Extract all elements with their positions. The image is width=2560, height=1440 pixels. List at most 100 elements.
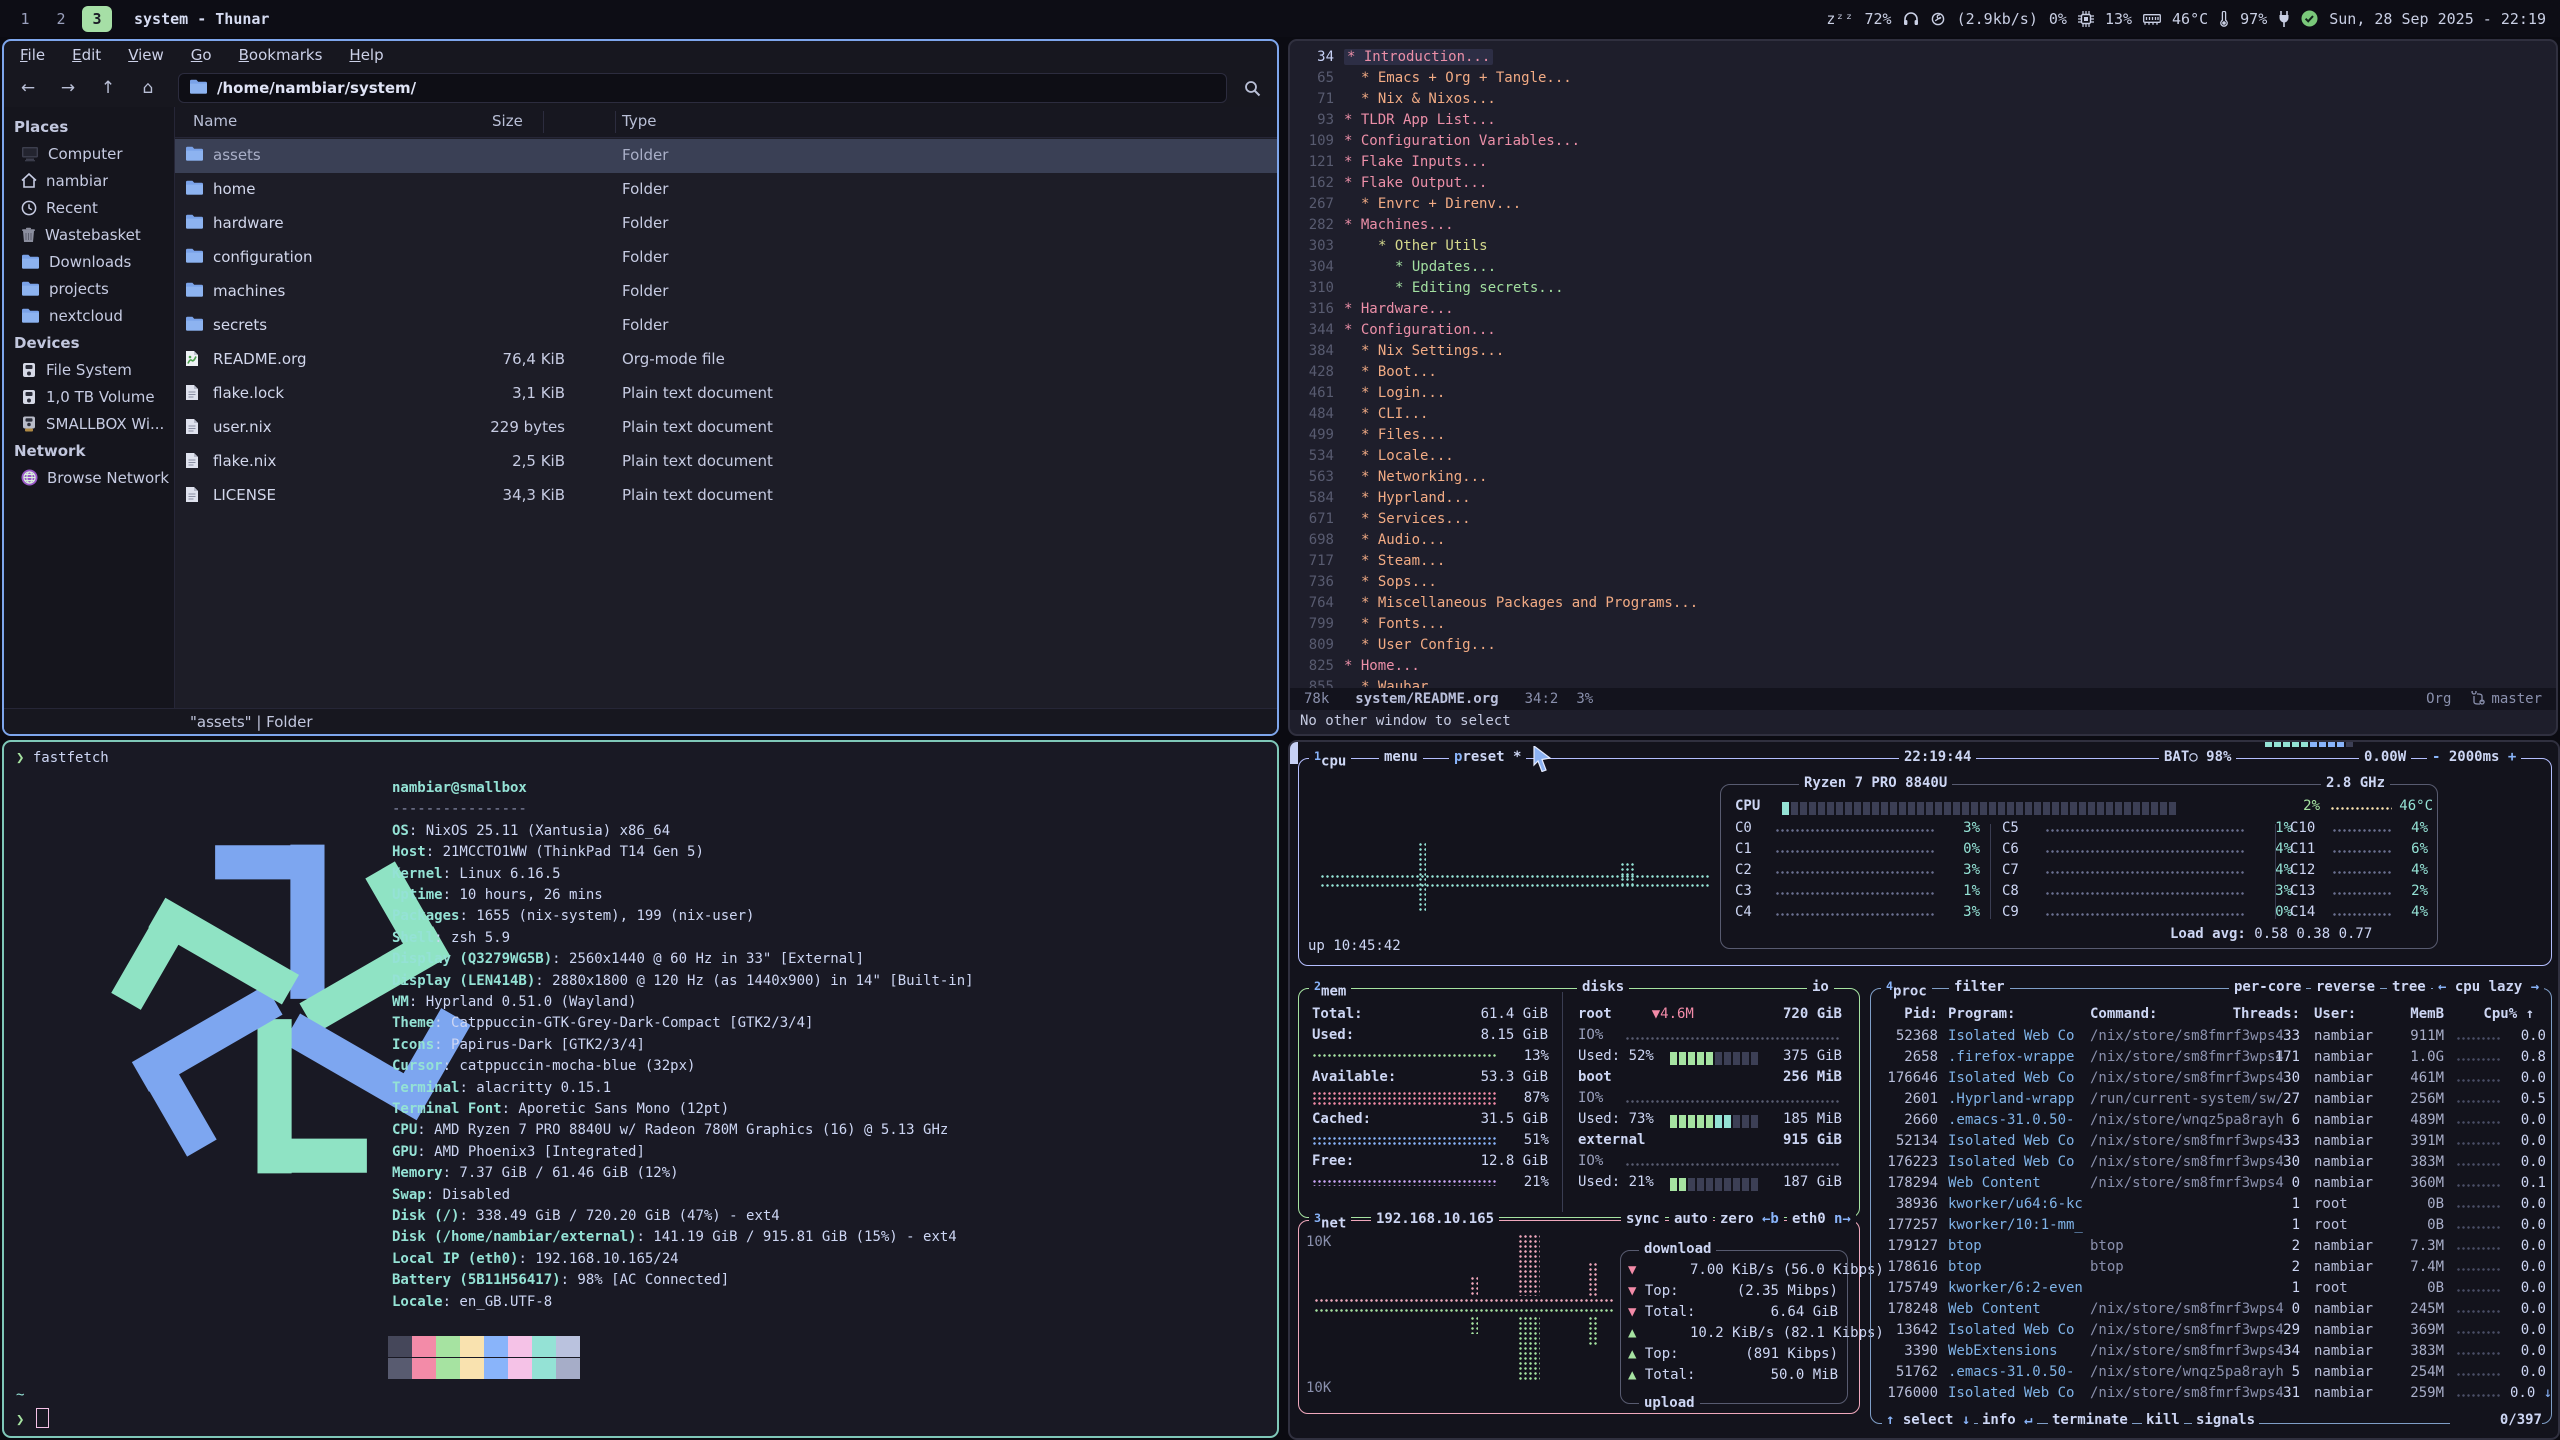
forward-button[interactable]: → — [52, 74, 84, 102]
proc-footer-4[interactable]: signals — [2192, 1412, 2259, 1433]
org-heading-text[interactable]: * CLI... — [1361, 406, 1428, 422]
mem-box-title[interactable]: 2mem — [1309, 979, 1351, 1000]
net-control-b[interactable]: ←b — [1757, 1211, 1784, 1227]
search-button[interactable] — [1235, 74, 1269, 102]
org-heading-text[interactable]: * Locale... — [1361, 448, 1454, 464]
org-heading-text[interactable]: * User Config... — [1361, 637, 1496, 653]
sidebar-item-downloads[interactable]: Downloads — [4, 248, 174, 275]
org-heading-line[interactable]: 671* Services... — [1290, 511, 2556, 532]
file-row-flake-lock[interactable]: flake.lock3,1 KiBPlain text document — [175, 377, 1277, 411]
org-heading-line[interactable]: 825* Home... — [1290, 658, 2556, 679]
proc-footer-0[interactable]: ↑ select ↓ — [1882, 1412, 1974, 1433]
path-bar[interactable]: /home/nambiar/system/ — [178, 73, 1227, 103]
org-heading-line[interactable]: 499* Files... — [1290, 427, 2556, 448]
sidebar-item-smallbox-wi-[interactable]: SMALLBOX Wi... — [4, 410, 174, 437]
cpu-box-title[interactable]: 1cpu — [1309, 749, 1351, 770]
menu-go[interactable]: Go — [191, 46, 212, 64]
process-row[interactable]: 51762.emacs-31.0.50-/nix/store/wnqz5pa8r… — [1874, 1364, 2546, 1385]
file-row-license[interactable]: LICENSE34,3 KiBPlain text document — [175, 479, 1277, 513]
org-heading-text[interactable]: * Boot... — [1361, 364, 1437, 380]
proc-option-reverse[interactable]: reverse — [2311, 979, 2380, 995]
buffer-name[interactable]: system/README.org — [1355, 691, 1498, 707]
menu-view[interactable]: View — [128, 46, 164, 64]
org-heading-text[interactable]: * Configuration... — [1344, 322, 1496, 338]
org-heading-text[interactable]: * Machines... — [1344, 217, 1454, 233]
process-row[interactable]: 179127btopbtop2nambiar7.3M0.0 — [1874, 1238, 2546, 1259]
column-header-name[interactable]: Name — [193, 112, 237, 130]
workspace-button-3[interactable]: 3 — [82, 6, 112, 32]
org-heading-text[interactable]: * Steam... — [1361, 553, 1445, 569]
sidebar-item-nambiar[interactable]: nambiar — [4, 167, 174, 194]
column-header-size[interactable]: Size — [492, 112, 565, 130]
process-row[interactable]: 178294Web Content/nix/store/sm8fmrf3wps4… — [1874, 1175, 2546, 1196]
file-row-home[interactable]: homeFolder — [175, 173, 1277, 207]
org-heading-line[interactable]: 93* TLDR App List... — [1290, 112, 2556, 133]
process-row[interactable]: 178616btopbtop2nambiar7.4M0.0 — [1874, 1259, 2546, 1280]
org-heading-text[interactable]: * Audio... — [1361, 532, 1445, 548]
major-mode[interactable]: Org — [2426, 691, 2451, 707]
org-heading-text[interactable]: * Nix & Nixos... — [1361, 91, 1496, 107]
org-heading-text[interactable]: * Updates... — [1395, 259, 1496, 275]
org-heading-text[interactable]: * Hardware... — [1344, 301, 1454, 317]
proc-filter-button[interactable]: filter — [1949, 979, 2010, 995]
org-heading-line[interactable]: 344* Configuration... — [1290, 322, 2556, 343]
org-heading-line[interactable]: 428* Boot... — [1290, 364, 2556, 385]
process-row[interactable]: 178248Web Content/nix/store/sm8fmrf3wps4… — [1874, 1301, 2546, 1322]
home-button[interactable]: ⌂ — [132, 74, 164, 102]
proc-option-tree[interactable]: tree — [2387, 979, 2431, 995]
process-row[interactable]: 176646Isolated Web Co/nix/store/sm8fmrf3… — [1874, 1070, 2546, 1091]
org-heading-text[interactable]: * Other Utils — [1378, 238, 1488, 254]
process-row[interactable]: 177257kworker/10:1-mm_1root0B0.0 — [1874, 1217, 2546, 1238]
net-control-n[interactable]: n→ — [1829, 1211, 1856, 1227]
org-heading-line[interactable]: 484* CLI... — [1290, 406, 2556, 427]
org-heading-text[interactable]: * Hyprland... — [1361, 490, 1471, 506]
sidebar-item-wastebasket[interactable]: Wastebasket — [4, 221, 174, 248]
org-heading-text[interactable]: * Editing secrets... — [1395, 280, 1564, 296]
file-row-assets[interactable]: assetsFolder — [175, 139, 1277, 173]
menu-bookmarks[interactable]: Bookmarks — [239, 46, 323, 64]
process-row[interactable]: 13642Isolated Web Co/nix/store/sm8fmrf3w… — [1874, 1322, 2546, 1343]
process-row[interactable]: 3390WebExtensions/nix/store/sm8fmrf3wps4… — [1874, 1343, 2546, 1364]
menu-help[interactable]: Help — [349, 46, 383, 64]
cpu-preset-button[interactable]: preset * — [1449, 749, 1526, 765]
org-heading-text[interactable]: * TLDR App List... — [1344, 112, 1496, 128]
org-heading-line[interactable]: 764* Miscellaneous Packages and Programs… — [1290, 595, 2556, 616]
column-header-type[interactable]: Type — [622, 112, 656, 130]
org-heading-line[interactable]: 303* Other Utils — [1290, 238, 2556, 259]
org-heading-line[interactable]: 162* Flake Output... — [1290, 175, 2556, 196]
org-heading-text[interactable]: * Fonts... — [1361, 616, 1445, 632]
org-heading-line[interactable]: 282* Machines... — [1290, 217, 2556, 238]
proc-footer-1[interactable]: info ↵ — [1978, 1412, 2037, 1433]
org-heading-text[interactable]: * Flake Inputs... — [1344, 154, 1487, 170]
file-row-readme-org[interactable]: README.org76,4 KiBOrg-mode file — [175, 343, 1277, 377]
file-row-machines[interactable]: machinesFolder — [175, 275, 1277, 309]
org-heading-text[interactable]: * Login... — [1361, 385, 1445, 401]
sidebar-item-recent[interactable]: Recent — [4, 194, 174, 221]
org-heading-line[interactable]: 563* Networking... — [1290, 469, 2556, 490]
proc-scrollbar[interactable] — [1290, 742, 1298, 764]
workspace-button-1[interactable]: 1 — [10, 6, 40, 32]
process-row[interactable]: 2658.firefox-wrappe/nix/store/sm8fmrf3wp… — [1874, 1049, 2546, 1070]
sidebar-item-nextcloud[interactable]: nextcloud — [4, 302, 174, 329]
process-row[interactable]: 52134Isolated Web Co/nix/store/sm8fmrf3w… — [1874, 1133, 2546, 1154]
file-row-flake-nix[interactable]: flake.nix2,5 KiBPlain text document — [175, 445, 1277, 479]
net-control-auto[interactable]: auto — [1669, 1211, 1713, 1227]
org-heading-line[interactable]: 267* Envrc + Direnv... — [1290, 196, 2556, 217]
proc-sort-selector[interactable]: ← cpu lazy → — [2433, 979, 2544, 995]
org-heading-text[interactable]: * Emacs + Org + Tangle... — [1361, 70, 1572, 86]
file-row-secrets[interactable]: secretsFolder — [175, 309, 1277, 343]
sidebar-item-projects[interactable]: projects — [4, 275, 174, 302]
org-heading-text[interactable]: * Services... — [1361, 511, 1471, 527]
org-heading-line[interactable]: 34* Introduction... — [1290, 49, 2556, 70]
proc-footer-3[interactable]: kill — [2142, 1412, 2184, 1433]
org-heading-text[interactable]: * Nix Settings... — [1361, 343, 1504, 359]
org-heading-line[interactable]: 809* User Config... — [1290, 637, 2556, 658]
cpu-menu-button[interactable]: menu — [1379, 749, 1423, 765]
file-row-hardware[interactable]: hardwareFolder — [175, 207, 1277, 241]
org-heading-line[interactable]: 461* Login... — [1290, 385, 2556, 406]
org-heading-text[interactable]: * Flake Output... — [1344, 175, 1487, 191]
sidebar-item-file-system[interactable]: File System — [4, 356, 174, 383]
org-heading-text[interactable]: * Sops... — [1361, 574, 1437, 590]
process-row[interactable]: 2660.emacs-31.0.50-/nix/store/wnqz5pa8ra… — [1874, 1112, 2546, 1133]
org-heading-line[interactable]: 71* Nix & Nixos... — [1290, 91, 2556, 112]
